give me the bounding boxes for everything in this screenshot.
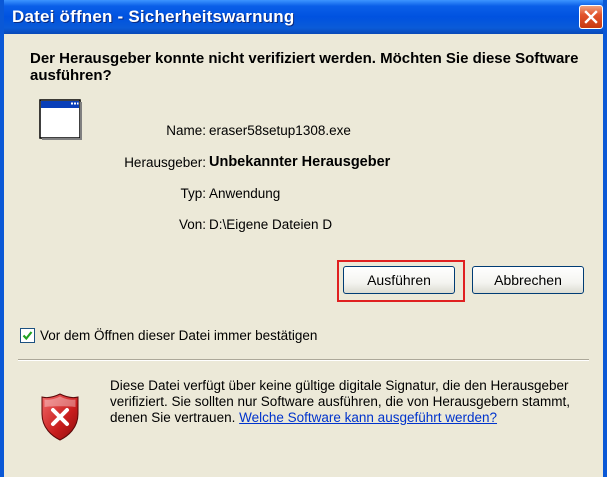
cancel-button[interactable]: Abbrechen bbox=[472, 266, 584, 294]
always-confirm-checkbox[interactable] bbox=[20, 327, 35, 343]
which-software-link[interactable]: Welche Software kann ausgeführt werden? bbox=[239, 410, 497, 425]
always-confirm-option[interactable]: Vor dem Öffnen dieser Datei immer bestät… bbox=[20, 325, 317, 345]
publisher-row: Herausgeber: Unbekannter Herausgeber bbox=[4, 154, 564, 175]
security-warning-dialog: Datei öffnen - Sicherheitswarnung Der He… bbox=[0, 0, 607, 477]
title-bar[interactable]: Datei öffnen - Sicherheitswarnung bbox=[4, 0, 603, 34]
question-text: Der Herausgeber konnte nicht verifiziert… bbox=[30, 50, 579, 84]
name-row: Name: eraser58setup1308.exe bbox=[4, 123, 564, 143]
window-title: Datei öffnen - Sicherheitswarnung bbox=[12, 7, 295, 26]
name-value: eraser58setup1308.exe bbox=[209, 123, 351, 138]
publisher-value: Unbekannter Herausgeber bbox=[209, 154, 391, 170]
warning-message: Diese Datei verfügt über keine gültige d… bbox=[110, 378, 595, 426]
close-button[interactable] bbox=[579, 5, 603, 29]
close-icon bbox=[584, 10, 598, 24]
publisher-label: Herausgeber: bbox=[124, 155, 206, 170]
security-shield-icon bbox=[41, 393, 79, 441]
from-row: Von: D:\Eigene Dateien D bbox=[4, 217, 564, 237]
divider bbox=[18, 359, 589, 361]
checkmark-icon bbox=[22, 330, 33, 340]
name-label: Name: bbox=[166, 123, 206, 138]
type-value: Anwendung bbox=[209, 186, 281, 201]
from-label: Von: bbox=[178, 217, 206, 232]
type-label: Typ: bbox=[180, 186, 206, 201]
always-confirm-label: Vor dem Öffnen dieser Datei immer bestät… bbox=[40, 327, 318, 343]
run-button[interactable]: Ausführen bbox=[343, 266, 455, 294]
from-value: D:\Eigene Dateien D bbox=[209, 217, 333, 232]
type-row: Typ: Anwendung bbox=[4, 186, 564, 206]
